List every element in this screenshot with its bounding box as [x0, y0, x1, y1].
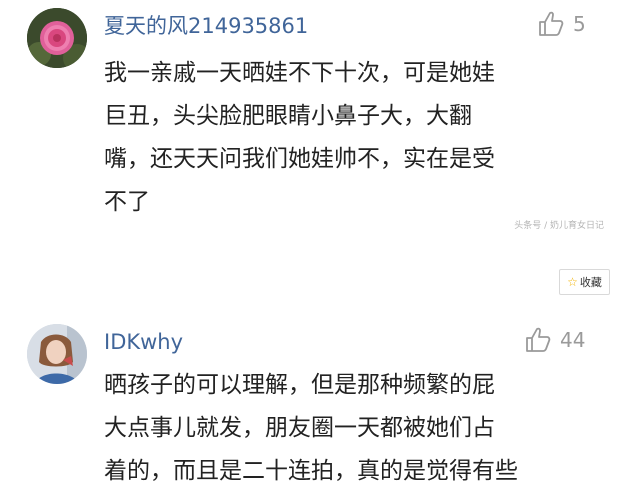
avatar[interactable] — [27, 8, 87, 68]
thumbs-up-icon — [539, 11, 564, 36]
comment-line: 着的，而且是二十连拍，真的是觉得有些 — [104, 458, 518, 484]
favorite-label: 收藏 — [579, 276, 602, 289]
like-count: 5 — [573, 12, 586, 36]
like-count: 44 — [560, 328, 586, 352]
watermark: 头条号 / 奶儿育女日记 — [514, 221, 604, 231]
comment-line: 大点事儿就发，朋友圈一天都被她们占 — [104, 415, 495, 441]
favorite-button[interactable]: ☆ 收藏 — [559, 269, 610, 295]
star-icon: ☆ — [567, 275, 578, 289]
username[interactable]: 夏天的风214935861 — [104, 10, 308, 40]
comment-line: 嘴，还天天问我们她娃帅不，实在是受 — [104, 146, 495, 172]
pink-flower-avatar-icon — [27, 8, 87, 68]
comment-line: 我一亲戚一天晒娃不下十次，可是她娃 — [104, 60, 495, 86]
username[interactable]: IDKwhy — [104, 330, 183, 354]
comment-item: IDKwhy 44 晒孩子的可以理解，但是那种频繁的屁 大点事儿就发，朋友圈一天… — [0, 300, 624, 484]
thumbs-up-icon — [526, 327, 551, 352]
comment-line: 晒孩子的可以理解，但是那种频繁的屁 — [104, 372, 495, 398]
comment-item: 夏天的风214935861 5 我一亲戚一天晒娃不下十次，可是她娃 巨丑，头尖脸… — [0, 0, 624, 260]
comment-text: 我一亲戚一天晒娃不下十次，可是她娃 巨丑，头尖脸肥眼睛小鼻子大，大翻 嘴，还天天… — [104, 52, 574, 224]
comment-line: 不了 — [104, 189, 150, 215]
woman-portrait-avatar-icon — [27, 324, 87, 384]
avatar[interactable] — [27, 324, 87, 384]
like-button[interactable]: 44 — [524, 326, 585, 354]
like-button[interactable]: 5 — [537, 10, 586, 38]
comment-line: 巨丑，头尖脸肥眼睛小鼻子大，大翻 — [104, 103, 472, 129]
comment-text: 晒孩子的可以理解，但是那种频繁的屁 大点事儿就发，朋友圈一天都被她们占 着的，而… — [104, 364, 574, 493]
